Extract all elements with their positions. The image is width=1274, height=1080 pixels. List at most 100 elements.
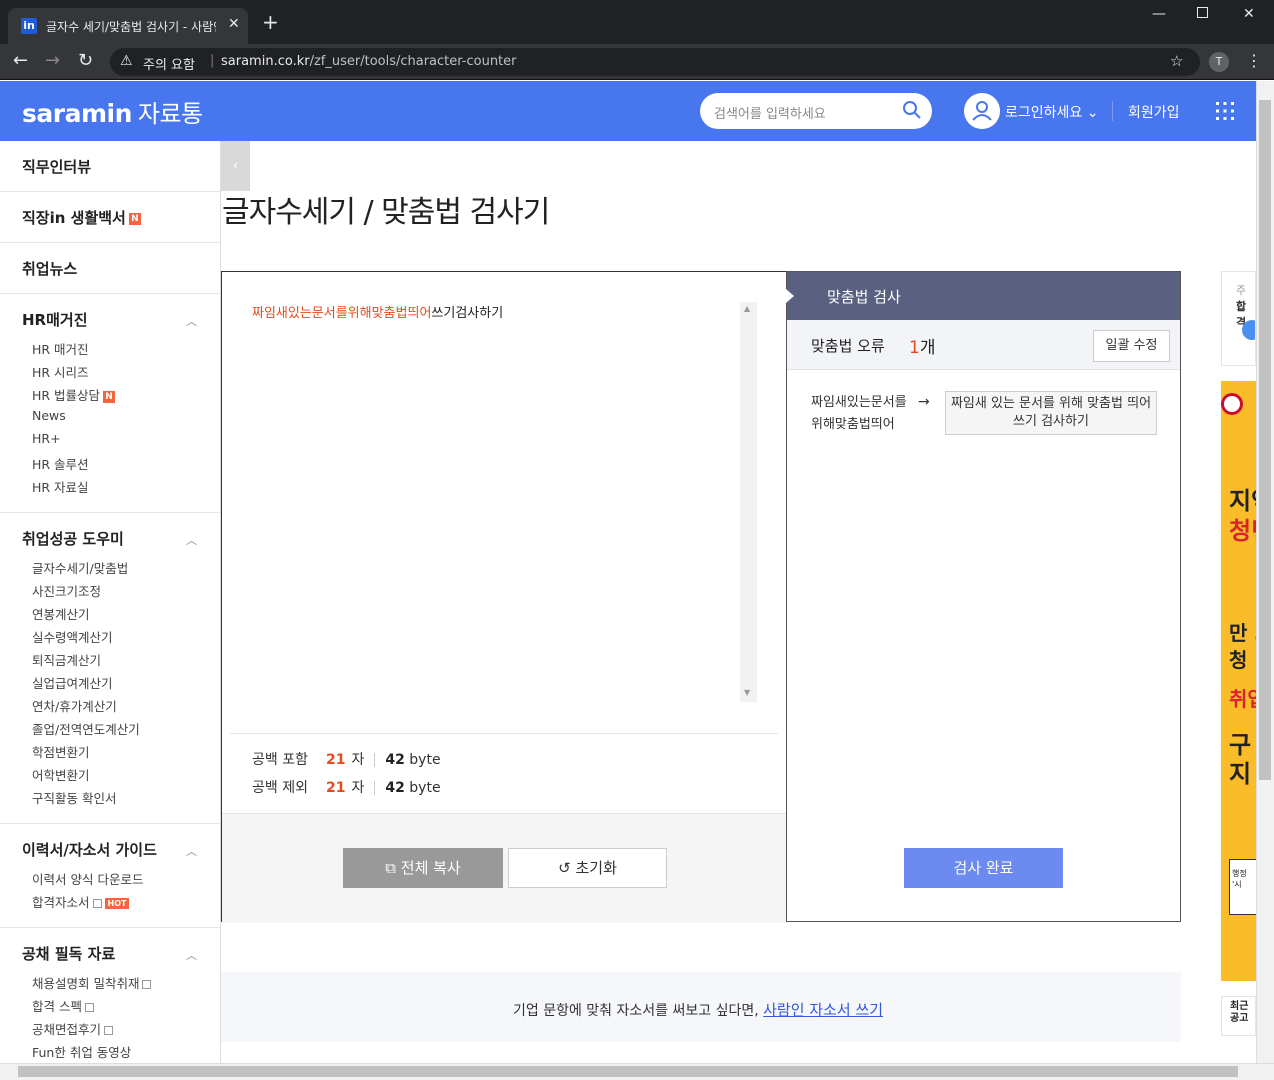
reset-button[interactable]: ↺ 초기화 <box>508 848 667 888</box>
sidebar-item-hr-plus[interactable]: HR+ <box>32 431 61 446</box>
minimize-icon[interactable]: — <box>1152 6 1166 22</box>
security-label[interactable]: 주의 요함 <box>143 54 195 73</box>
suggestion-button[interactable]: 짜임새 있는 문서를 위해 맞춤법 띄어쓰기 검사하기 <box>945 391 1157 435</box>
join-link[interactable]: 회원가입 <box>1128 102 1180 122</box>
chevron-up-icon[interactable]: ︿ <box>186 843 197 859</box>
search-input[interactable]: 검색어를 입력하세요 <box>714 103 826 122</box>
ad-text: 취업 <box>1229 687 1256 711</box>
sidebar-item-fun-video[interactable]: Fun한 취업 동영상 <box>32 1042 131 1061</box>
promo-text: 기업 문항에 맞춰 자소서를 써보고 싶다면, 사람인 자소서 쓰기 <box>513 1001 884 1019</box>
login-link[interactable]: 로그인하세요 ⌄ <box>1005 102 1098 122</box>
close-tab-icon[interactable]: ✕ <box>228 16 240 32</box>
window-close-icon[interactable]: ✕ <box>1243 6 1255 22</box>
pointer-arrow <box>786 289 794 303</box>
sidebar-item-net-pay-calc[interactable]: 실수령액계산기 <box>32 627 113 646</box>
sidebar-item-resume-download[interactable]: 이력서 양식 다운로드 <box>32 869 143 888</box>
ad-banner-small[interactable]: 주요 합격 <box>1221 271 1256 366</box>
sidebar-item-pass-cover-letter[interactable]: 합격자소서 HOT <box>32 892 130 911</box>
vertical-scroll-thumb[interactable] <box>1259 100 1271 780</box>
address-bar[interactable]: ⚠ 주의 요함 | saramin.co.kr/zf_user/tools/ch… <box>110 48 1200 76</box>
sidebar-item-unemployment-calc[interactable]: 실업급여계산기 <box>32 673 113 692</box>
ad-banner-large[interactable]: 지역 청년 만 3 청 취업 구 지 행정 '시 <box>1221 381 1256 981</box>
sidebar-item-leave-calc[interactable]: 연차/휴가계산기 <box>32 696 117 715</box>
divider <box>230 733 778 734</box>
scroll-up-icon[interactable]: ▲ <box>744 304 750 313</box>
sidebar-item-salary-calc[interactable]: 연봉계산기 <box>32 604 90 623</box>
sidebar: 직무인터뷰 직장in 생활백서 N 취업뉴스 HR매거진 ︿ HR 매거진 HR … <box>0 141 221 1063</box>
sidebar-item-work-life[interactable]: 직장in 생활백서 N <box>22 207 141 228</box>
text-editor-panel: 짜임새있는문서를위해맞춤법띄어쓰기검사하기 ▲ ▼ 공백 포함 21 자 42 byt… <box>221 271 788 923</box>
back-icon[interactable]: ← <box>13 50 28 71</box>
scroll-down-icon[interactable]: ▼ <box>744 688 750 697</box>
promo-banner: 기업 문항에 맞춰 자소서를 써보고 싶다면, 사람인 자소서 쓰기 <box>221 972 1181 1042</box>
recent-posting-link[interactable]: 최근 공고 <box>1221 996 1256 1036</box>
government-seal-icon <box>1221 393 1243 415</box>
warning-icon[interactable]: ⚠ <box>120 53 133 69</box>
arrow-icon: → <box>918 394 930 410</box>
horizontal-scroll-thumb[interactable] <box>18 1066 1238 1077</box>
reload-icon[interactable]: ↻ <box>78 50 93 71</box>
sidebar-item-language-converter[interactable]: 어학변환기 <box>32 765 90 784</box>
maximize-icon[interactable] <box>1197 7 1208 18</box>
tab-title: 글자수 세기/맞춤법 검사기 - 사람인 <box>46 20 216 34</box>
copy-all-button[interactable]: ⧉ 전체 복사 <box>343 848 503 888</box>
browser-menu-icon[interactable]: ⋮ <box>1246 51 1262 70</box>
original-text: 짜임새있는문서를위해맞춤법띄어 <box>811 395 907 432</box>
sidebar-item-job-search-cert[interactable]: 구직활동 확인서 <box>32 788 116 807</box>
sidebar-item-job-fair[interactable]: 채용설명회 밀착취재 <box>32 973 152 992</box>
header-divider <box>1112 101 1113 121</box>
url-text[interactable]: saramin.co.kr/zf_user/tools/character-co… <box>221 54 517 69</box>
chevron-up-icon[interactable]: ︿ <box>186 532 197 548</box>
browser-tab[interactable]: in 글자수 세기/맞춤법 검사기 - 사람인 ✕ <box>8 8 248 44</box>
sidebar-item-interview-review[interactable]: 공채면접후기 <box>32 1019 114 1038</box>
section-hr-magazine[interactable]: HR매거진 <box>22 309 88 330</box>
spell-check-header: 맞춤법 검사 <box>786 272 1180 320</box>
sidebar-item-graduation-calc[interactable]: 졸업/전역연도계산기 <box>32 719 140 738</box>
forward-icon[interactable]: → <box>45 50 60 71</box>
browser-toolbar: ← → ↻ ⚠ 주의 요함 | saramin.co.kr/zf_user/to… <box>0 44 1274 80</box>
fix-all-button[interactable]: 일괄 수정 <box>1093 330 1170 362</box>
all-menu-grid-icon[interactable] <box>1215 101 1235 121</box>
new-window-icon <box>142 980 152 989</box>
new-tab-icon[interactable]: + <box>262 12 279 32</box>
sidebar-item-job-interview[interactable]: 직무인터뷰 <box>22 156 91 177</box>
sidebar-item-hr-archive[interactable]: HR 자료실 <box>32 477 89 496</box>
count-without-space: 공백 제외 21 자 42 byte <box>252 780 441 796</box>
sidebar-item-pass-spec[interactable]: 합격 스펙 <box>32 996 94 1015</box>
sidebar-collapse-button[interactable]: ‹ <box>221 141 250 191</box>
section-public-data[interactable]: 공채 필독 자료 <box>22 943 115 964</box>
text-input-area[interactable]: 짜임새있는문서를위해맞춤법띄어쓰기검사하기 <box>252 302 503 321</box>
button-area: ⧉ 전체 복사 ↺ 초기화 <box>222 813 788 923</box>
section-resume-guide[interactable]: 이력서/자소서 가이드 <box>22 839 157 860</box>
search-icon[interactable] <box>902 100 922 120</box>
new-badge: N <box>128 212 141 225</box>
hot-badge: HOT <box>104 898 130 909</box>
ad-text: 만 3 <box>1229 621 1256 645</box>
promo-link[interactable]: 사람인 자소서 쓰기 <box>763 1001 883 1019</box>
profile-avatar[interactable]: T <box>1209 52 1229 72</box>
sidebar-item-char-counter[interactable]: 글자수세기/맞춤법 <box>32 558 128 577</box>
editor-scrollbar[interactable]: ▲ ▼ <box>740 302 757 702</box>
check-done-button[interactable]: 검사 완료 <box>904 848 1063 888</box>
search-box[interactable]: 검색어를 입력하세요 <box>700 93 932 129</box>
spelling-error-text[interactable]: 짜임새있는문서를위해맞춤법띄어 <box>252 306 431 321</box>
sidebar-item-gpa-converter[interactable]: 학점변환기 <box>32 742 90 761</box>
sidebar-item-news[interactable]: News <box>32 408 66 423</box>
sidebar-item-hr-solution[interactable]: HR 솔루션 <box>32 454 89 473</box>
site-logo[interactable]: saramin 자료통 <box>22 94 203 129</box>
divider <box>0 191 220 192</box>
sidebar-item-severance-calc[interactable]: 퇴직금계산기 <box>32 650 101 669</box>
sidebar-item-hr-magazine[interactable]: HR 매거진 <box>32 339 89 358</box>
sidebar-item-hr-legal[interactable]: HR 법률상담 N <box>32 385 116 404</box>
sidebar-item-job-news[interactable]: 취업뉴스 <box>22 258 77 279</box>
divider <box>0 823 220 824</box>
sidebar-item-photo-resize[interactable]: 사진크기조정 <box>32 581 101 600</box>
divider <box>0 293 220 294</box>
site-header: saramin 자료통 검색어를 입력하세요 로그인하세요 ⌄ 회원가입 <box>0 81 1256 141</box>
chevron-up-icon[interactable]: ︿ <box>186 947 197 963</box>
user-icon[interactable] <box>964 93 1000 129</box>
chevron-up-icon[interactable]: ︿ <box>186 313 197 329</box>
bookmark-star-icon[interactable]: ☆ <box>1170 52 1183 70</box>
section-job-help[interactable]: 취업성공 도우미 <box>22 528 124 549</box>
sidebar-item-hr-series[interactable]: HR 시리즈 <box>32 362 89 381</box>
